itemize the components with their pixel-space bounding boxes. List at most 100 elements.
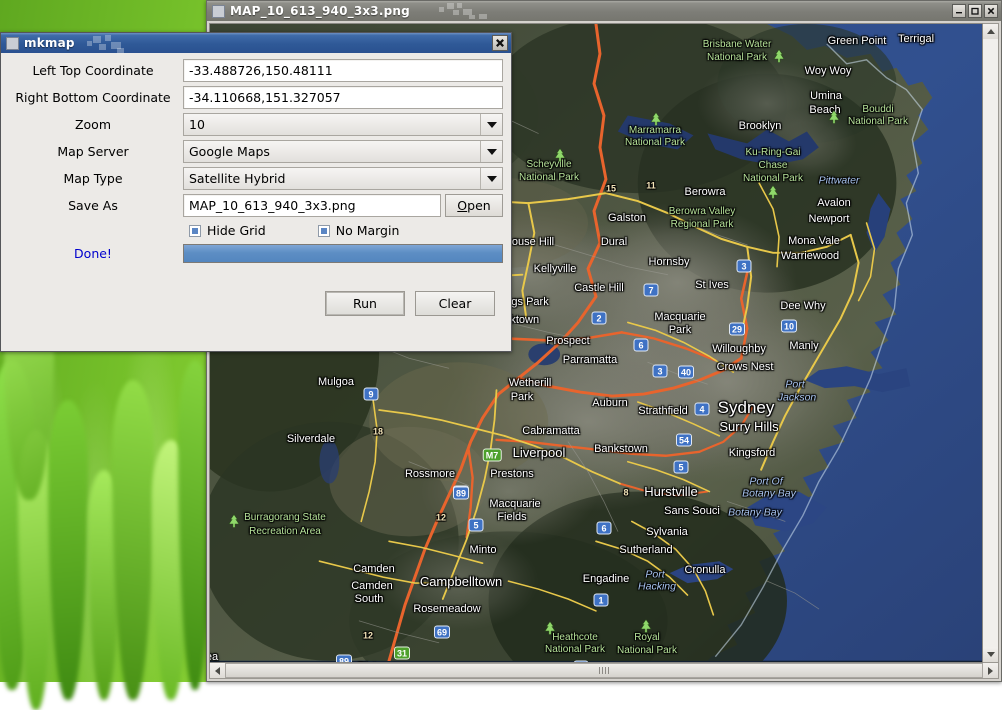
route-shield: 54 (675, 433, 693, 447)
route-shield: M7 (482, 448, 502, 462)
label-save-as: Save As (68, 198, 118, 213)
minimize-icon[interactable] (952, 4, 966, 18)
checkbox-no-margin[interactable]: No Margin (317, 223, 400, 238)
input-save-as[interactable]: MAP_10_613_940_3x3.png (183, 194, 441, 217)
close-icon[interactable] (984, 4, 998, 18)
checkbox-hide-grid-label: Hide Grid (207, 223, 266, 238)
mkmap-window-controls[interactable] (492, 35, 508, 51)
route-shield: 1 (593, 593, 609, 607)
run-button[interactable]: Run (325, 291, 405, 316)
maximize-icon[interactable] (968, 4, 982, 18)
route-shield: 6 (633, 338, 649, 352)
scroll-up-icon[interactable] (983, 24, 998, 39)
clear-button[interactable]: Clear (415, 291, 495, 316)
checkbox-indicator[interactable] (189, 224, 201, 237)
route-shield: 10 (780, 319, 798, 333)
form-row-left-top-coordinate: Left Top Coordinate -33.488726,150.48111 (9, 59, 503, 82)
route-shield: 31 (393, 646, 411, 660)
route-shield: 3 (652, 364, 668, 378)
titlebar-decoration (1, 33, 511, 53)
grass-blade (112, 380, 154, 700)
form-row-save-as: Save As MAP_10_613_940_3x3.png Open (9, 194, 503, 217)
close-icon[interactable] (492, 35, 508, 51)
form-row-zoom: Zoom 10 (9, 113, 503, 136)
route-shield: 6 (596, 521, 612, 535)
mkmap-title: mkmap (24, 36, 75, 50)
open-button-mnemonic: O (457, 198, 468, 213)
route-shield: 8 (623, 487, 629, 497)
scroll-left-icon[interactable] (210, 663, 225, 678)
route-shield: 12 (362, 630, 373, 640)
horizontal-scroll-thumb[interactable] (225, 663, 983, 678)
route-shield: 12 (435, 512, 446, 522)
route-shield: 89 (335, 654, 353, 662)
combo-map-type[interactable]: Satellite Hybrid (183, 167, 503, 190)
park-tree-icon (554, 147, 566, 162)
combo-zoom[interactable]: 10 (183, 113, 503, 136)
label-map-type: Map Type (63, 171, 123, 186)
route-shield: 7 (643, 283, 659, 297)
input-right-bottom-coordinate[interactable]: -34.110668,151.327057 (183, 86, 503, 109)
route-shield: 40 (677, 365, 695, 379)
combo-map-server[interactable]: Google Maps (183, 140, 503, 163)
scroll-thumb-grip (599, 667, 609, 674)
input-left-top-coordinate[interactable]: -33.488726,150.48111 (183, 59, 503, 82)
dialog-button-row: Run Clear (9, 291, 503, 316)
route-shield: 5 (468, 518, 484, 532)
mkmap-form: Left Top Coordinate -33.488726,150.48111… (1, 53, 511, 351)
mkmap-dialog[interactable]: mkmap Left Top Coordinate -33.488726,150… (0, 32, 512, 352)
combo-zoom-value: 10 (189, 117, 205, 132)
chevron-down-icon[interactable] (480, 114, 502, 135)
options-row: Hide Grid No Margin (9, 223, 503, 238)
route-shield: 3 (736, 259, 752, 273)
route-shield: 89 (452, 486, 470, 500)
label-left-top-coordinate: Left Top Coordinate (32, 63, 154, 78)
open-button[interactable]: Open (445, 194, 503, 217)
route-shield: 11 (646, 180, 656, 190)
grass-blade (152, 440, 190, 700)
open-button-label: pen (467, 198, 491, 213)
route-shield: 18 (372, 426, 383, 436)
scroll-down-icon[interactable] (983, 647, 998, 662)
form-row-map-type: Map Type Satellite Hybrid (9, 167, 503, 190)
checkbox-no-margin-label: No Margin (335, 223, 400, 238)
vertical-scrollbar[interactable] (983, 23, 999, 663)
status-row: Done! (9, 244, 503, 263)
checkbox-indicator[interactable] (317, 224, 330, 237)
label-zoom: Zoom (74, 117, 112, 132)
chevron-down-icon[interactable] (480, 141, 502, 162)
viewer-window-controls[interactable] (952, 4, 998, 18)
park-tree-icon (767, 184, 779, 199)
route-shield: 15 (605, 183, 616, 193)
route-shield: 29 (728, 322, 746, 336)
route-shield: 9 (363, 387, 379, 401)
mkmap-titlebar[interactable]: mkmap (1, 33, 511, 53)
scroll-right-icon[interactable] (983, 663, 998, 678)
status-label: Done! (74, 246, 112, 261)
combo-map-type-value: Satellite Hybrid (189, 171, 286, 186)
route-shield: 5 (673, 460, 689, 474)
park-tree-icon (828, 109, 840, 124)
park-tree-icon (773, 48, 785, 63)
horizontal-scrollbar[interactable] (209, 663, 999, 679)
horizontal-scroll-track[interactable] (225, 663, 983, 678)
chevron-down-icon[interactable] (480, 168, 502, 189)
checkbox-hide-grid[interactable]: Hide Grid (189, 223, 266, 238)
park-tree-icon (650, 111, 662, 126)
form-row-map-server: Map Server Google Maps (9, 140, 503, 163)
viewer-titlebar[interactable]: MAP_10_613_940_3x3.png (207, 1, 1001, 21)
park-tree-icon (228, 513, 240, 528)
route-shield: 4 (694, 402, 710, 416)
grass-blade (88, 470, 120, 700)
vertical-scroll-track[interactable] (983, 39, 998, 647)
viewer-title: MAP_10_613_940_3x3.png (230, 4, 410, 18)
window-menu-icon[interactable] (212, 4, 225, 18)
route-shield: 2 (591, 311, 607, 325)
park-tree-icon (544, 620, 556, 635)
label-map-server: Map Server (57, 144, 129, 159)
window-menu-icon[interactable] (6, 36, 19, 50)
label-right-bottom-coordinate: Right Bottom Coordinate (15, 90, 171, 105)
grass-blade (0, 360, 34, 690)
grass-blade (18, 430, 54, 710)
progress-bar-fill (184, 245, 502, 262)
